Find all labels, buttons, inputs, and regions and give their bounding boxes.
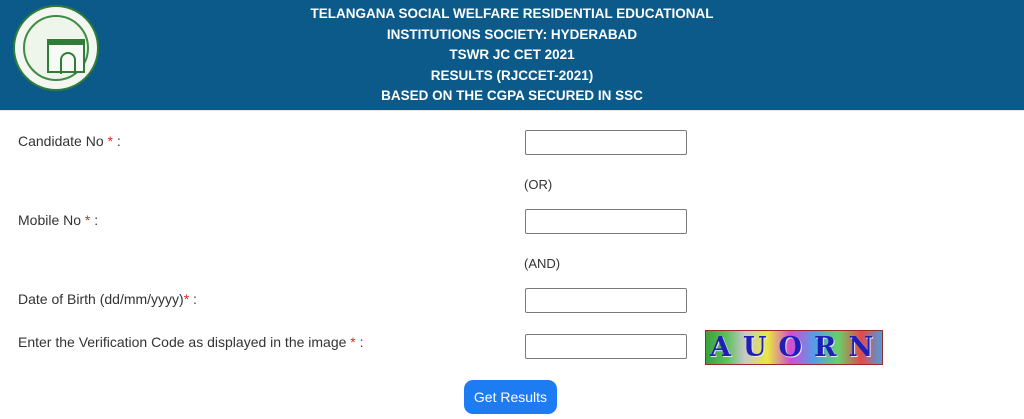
verification-code-input[interactable] [525, 334, 687, 359]
mobile-no-input[interactable] [525, 209, 687, 234]
or-separator: (OR) [524, 177, 553, 192]
required-mark: * [103, 133, 113, 149]
candidate-no-label: Candidate No * : [18, 133, 121, 149]
header-line-4: RESULTS (RJCCET-2021) [430, 67, 594, 83]
required-mark: * [346, 334, 356, 350]
get-results-button[interactable]: Get Results [464, 380, 557, 414]
captcha-text: AUORNR [710, 332, 883, 363]
and-separator: (AND) [524, 256, 561, 271]
required-mark: * [81, 212, 91, 228]
candidate-no-input[interactable] [525, 130, 687, 155]
verification-code-label: Enter the Verification Code as displayed… [18, 334, 364, 350]
header-line-5: BASED ON THE CGPA SECURED IN SSC [381, 88, 643, 103]
header-line-3: TSWR JC CET 2021 [449, 47, 575, 62]
page-header: TELANGANA SOCIAL WELFARE RESIDENTIAL EDU… [0, 0, 1024, 111]
header-line-1: TELANGANA SOCIAL WELFARE RESIDENTIAL EDU… [310, 6, 714, 21]
mobile-no-label: Mobile No * : [18, 212, 99, 228]
header-title: TELANGANA SOCIAL WELFARE RESIDENTIAL EDU… [0, 4, 1024, 107]
dob-input[interactable] [525, 288, 687, 313]
header-line-2: INSTITUTIONS SOCIETY: HYDERABAD [386, 26, 638, 42]
dob-label: Date of Birth (dd/mm/yyyy)* : [18, 291, 197, 307]
captcha-image: AUORNR [705, 330, 883, 365]
